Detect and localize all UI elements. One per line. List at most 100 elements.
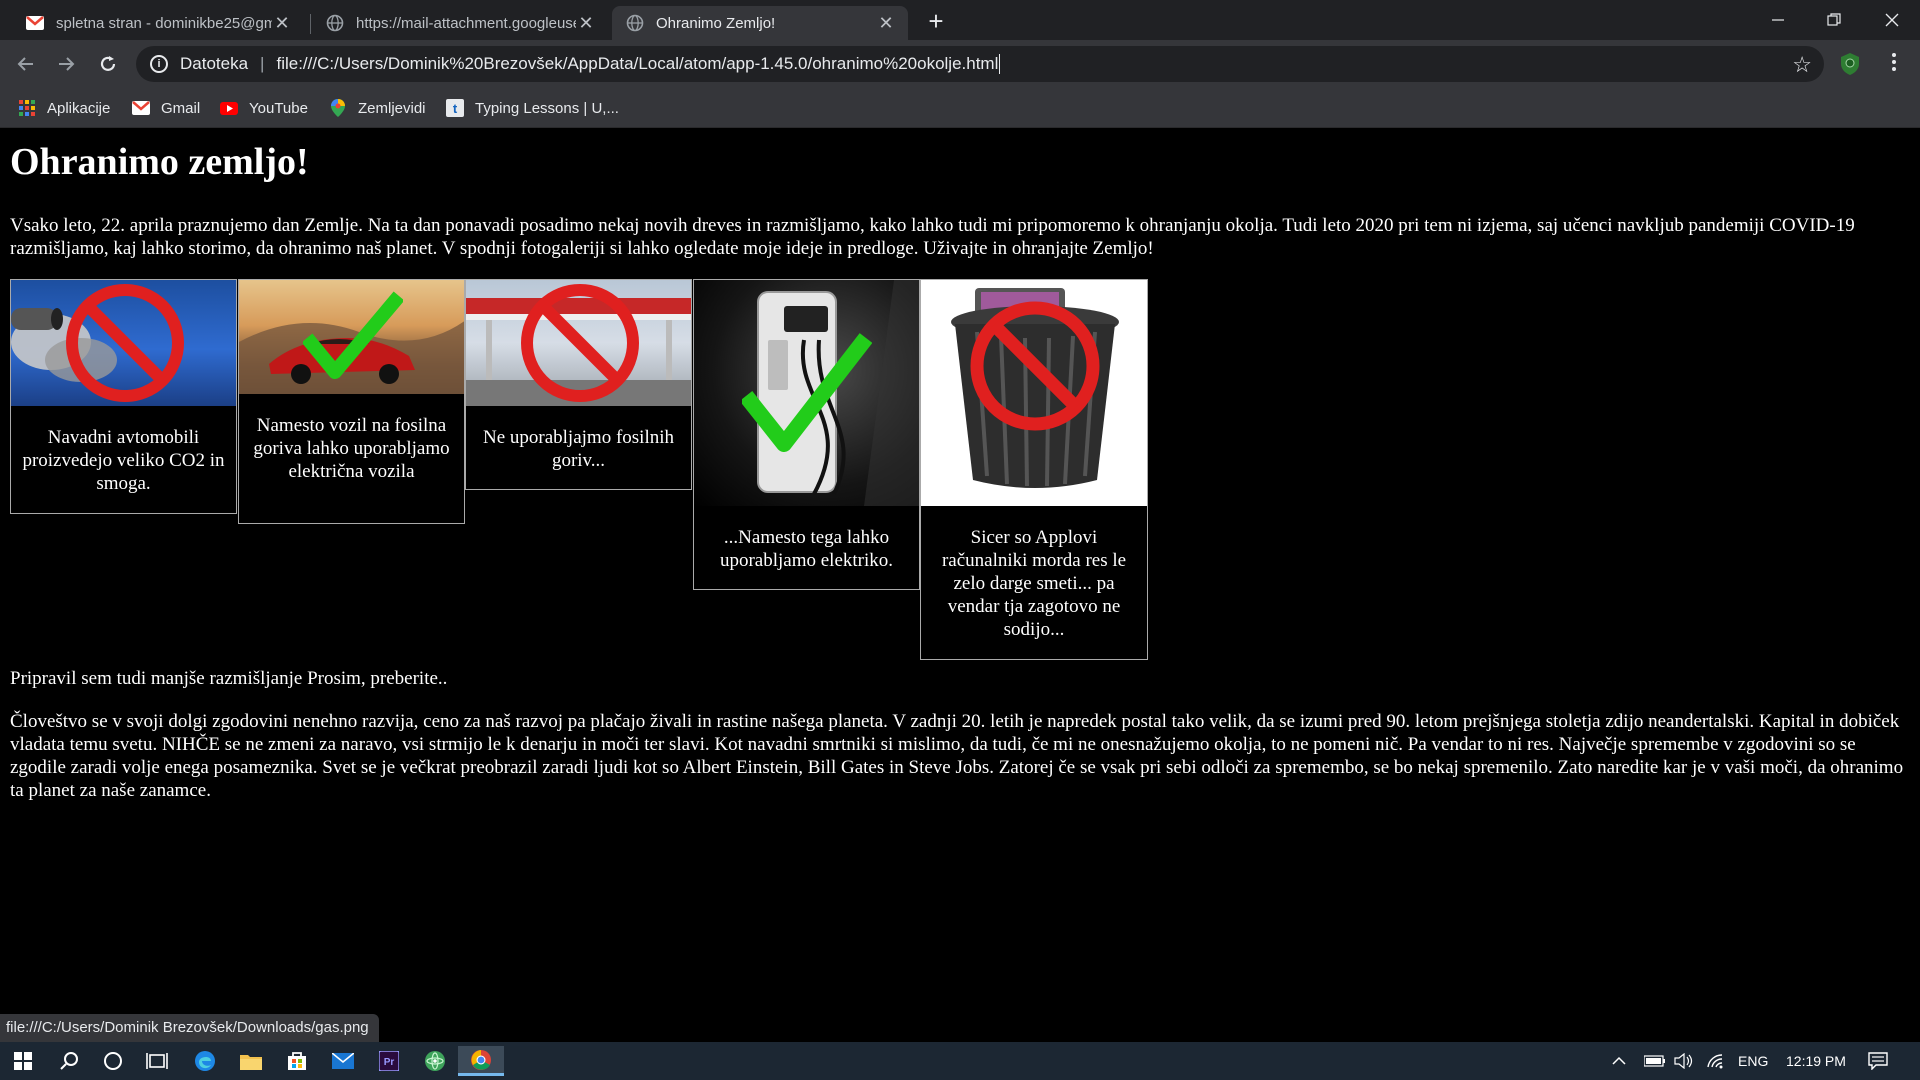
tab-ohranimo-zemljo[interactable]: Ohranimo Zemljo! ✕ xyxy=(612,6,908,40)
folder-icon xyxy=(240,1055,262,1070)
bookmark-label: YouTube xyxy=(249,99,308,117)
edge-icon xyxy=(195,1051,215,1071)
globe-icon xyxy=(326,14,344,32)
gallery-caption: Ne uporabljajmo fosilnih goriv... xyxy=(482,427,675,471)
youtube-icon xyxy=(220,99,238,117)
arrow-left-icon xyxy=(17,57,33,71)
bookmark-label: Zemljevidi xyxy=(358,99,426,117)
tab-mail-attachment[interactable]: https://mail-attachment.googleuserconten… xyxy=(312,6,608,40)
gallery-caption: Namesto vozil na fosilna goriva lahko up… xyxy=(253,415,450,482)
task-view-icon xyxy=(146,1053,168,1069)
gallery-caption: ...Namesto tega lahko uporabljamo elektr… xyxy=(719,527,894,571)
tab-title: Ohranimo Zemljo! xyxy=(656,14,776,32)
bookmark-aplikacije[interactable]: Aplikacije xyxy=(18,97,110,119)
kebab-menu-icon xyxy=(1892,53,1896,71)
show-hidden-icons-button[interactable] xyxy=(1612,1042,1626,1080)
task-view-button[interactable] xyxy=(134,1046,180,1076)
new-tab-button[interactable]: + xyxy=(922,8,950,36)
chrome-button[interactable] xyxy=(458,1046,504,1076)
atom-button[interactable] xyxy=(412,1046,458,1076)
reload-button[interactable] xyxy=(94,50,122,78)
store-bag-icon xyxy=(288,1052,306,1070)
search-button[interactable] xyxy=(46,1046,92,1076)
search-icon xyxy=(60,1052,78,1070)
speaker-icon xyxy=(1674,1053,1693,1069)
gallery-caption: Navadni avtomobili proizvedejo veliko CO… xyxy=(22,427,225,494)
volume-button[interactable] xyxy=(1674,1042,1694,1080)
svg-text:t: t xyxy=(453,101,458,116)
bookmark-gmail[interactable]: Gmail xyxy=(132,97,200,119)
bookmark-label: Typing Lessons | U,... xyxy=(475,99,619,117)
bookmarks-bar: Aplikacije Gmail YouTube Zemljevidi t Ty… xyxy=(0,88,1920,128)
premiere-button[interactable]: Pr xyxy=(366,1046,412,1076)
check-icon xyxy=(303,291,403,379)
notification-icon xyxy=(1868,1052,1888,1070)
gmail-icon xyxy=(132,99,150,117)
subheading: Pripravil sem tudi manjše razmišljanje P… xyxy=(10,668,448,689)
edge-button[interactable] xyxy=(182,1046,228,1076)
notifications-button[interactable] xyxy=(1868,1042,1888,1080)
chrome-icon xyxy=(471,1049,491,1070)
gas-station-image[interactable] xyxy=(466,280,691,406)
language-indicator[interactable]: ENG xyxy=(1738,1042,1768,1080)
ev-charger-image[interactable] xyxy=(694,280,919,506)
tab-title: spletna stran - dominikbe25@gmail.com xyxy=(56,14,272,32)
browser-tab-strip: spletna stran - dominikbe25@gmail.com ✕ … xyxy=(0,0,1920,40)
mail-icon xyxy=(332,1053,354,1069)
essay-paragraph: Človeštvo se v svoji dolgi zgodovini nen… xyxy=(10,711,1904,801)
status-bar-url: file:///C:/Users/Dominik Brezovšek/Downl… xyxy=(0,1014,379,1042)
minimize-icon xyxy=(1772,19,1784,21)
battery-button[interactable] xyxy=(1644,1042,1666,1080)
gallery-card-trash-can: Sicer so Applovi računalniki morda res l… xyxy=(920,279,1148,660)
info-icon[interactable]: i xyxy=(150,55,168,73)
forward-button[interactable] xyxy=(52,50,80,78)
mail-button[interactable] xyxy=(320,1046,366,1076)
bookmark-label: Gmail xyxy=(161,99,201,117)
extension-icon[interactable] xyxy=(1838,52,1862,76)
intro-paragraph: Vsako leto, 22. aprila praznujemo dan Ze… xyxy=(10,215,1855,259)
gallery-card-ev-charger: ...Namesto tega lahko uporabljamo elektr… xyxy=(693,279,920,590)
url-text[interactable]: file:///C:/Users/Dominik%20Brezovšek/App… xyxy=(276,54,998,74)
address-bar[interactable]: i Datoteka | file:///C:/Users/Dominik%20… xyxy=(136,46,1824,82)
close-icon[interactable]: ✕ xyxy=(576,13,596,34)
tab-gmail[interactable]: spletna stran - dominikbe25@gmail.com ✕ xyxy=(12,6,304,40)
trash-can-image[interactable] xyxy=(921,280,1147,506)
windows-taskbar: Pr ENG 12:19 PM xyxy=(0,1042,1920,1080)
gallery-card-electric-car: Namesto vozil na fosilna goriva lahko up… xyxy=(238,279,465,524)
exhaust-image[interactable] xyxy=(11,280,236,406)
more-menu-button[interactable] xyxy=(1882,52,1906,76)
page-content: Ohranimo zemljo! Vsako leto, 22. aprila … xyxy=(0,128,1920,1042)
store-button[interactable] xyxy=(274,1046,320,1076)
clock[interactable]: 12:19 PM xyxy=(1786,1042,1846,1080)
cortana-button[interactable] xyxy=(90,1046,136,1076)
arrow-right-icon xyxy=(59,57,75,71)
scheme-label: Datoteka xyxy=(180,54,249,73)
battery-icon xyxy=(1644,1055,1665,1067)
electric-car-image[interactable] xyxy=(239,280,464,394)
close-icon[interactable]: ✕ xyxy=(272,13,292,34)
bookmark-typing-lessons[interactable]: t Typing Lessons | U,... xyxy=(446,97,619,119)
close-icon xyxy=(1885,13,1899,27)
bookmark-youtube[interactable]: YouTube xyxy=(220,97,308,119)
apps-grid-icon xyxy=(18,99,36,117)
globe-icon xyxy=(626,14,644,32)
cortana-icon xyxy=(104,1052,122,1070)
restore-button[interactable] xyxy=(1806,0,1862,40)
restore-icon xyxy=(1827,13,1841,26)
start-button[interactable] xyxy=(0,1046,46,1076)
bookmark-label: Aplikacije xyxy=(47,99,111,117)
close-window-button[interactable] xyxy=(1864,0,1920,40)
prohibited-icon xyxy=(66,284,184,402)
minimize-button[interactable] xyxy=(1750,0,1806,40)
back-button[interactable] xyxy=(12,50,40,78)
tab-title: https://mail-attachment.googleuserconten… xyxy=(356,14,576,32)
file-explorer-button[interactable] xyxy=(228,1046,274,1076)
browser-toolbar: i Datoteka | file:///C:/Users/Dominik%20… xyxy=(0,40,1920,88)
maps-pin-icon xyxy=(329,99,347,117)
gallery-caption: Sicer so Applovi računalniki morda res l… xyxy=(941,527,1127,640)
bookmark-zemljevidi[interactable]: Zemljevidi xyxy=(329,97,426,119)
star-icon[interactable]: ☆ xyxy=(1792,52,1812,78)
network-button[interactable] xyxy=(1706,1042,1726,1080)
close-icon[interactable]: ✕ xyxy=(876,13,896,34)
gallery-card-gas-station: Ne uporabljajmo fosilnih goriv... xyxy=(465,279,692,490)
